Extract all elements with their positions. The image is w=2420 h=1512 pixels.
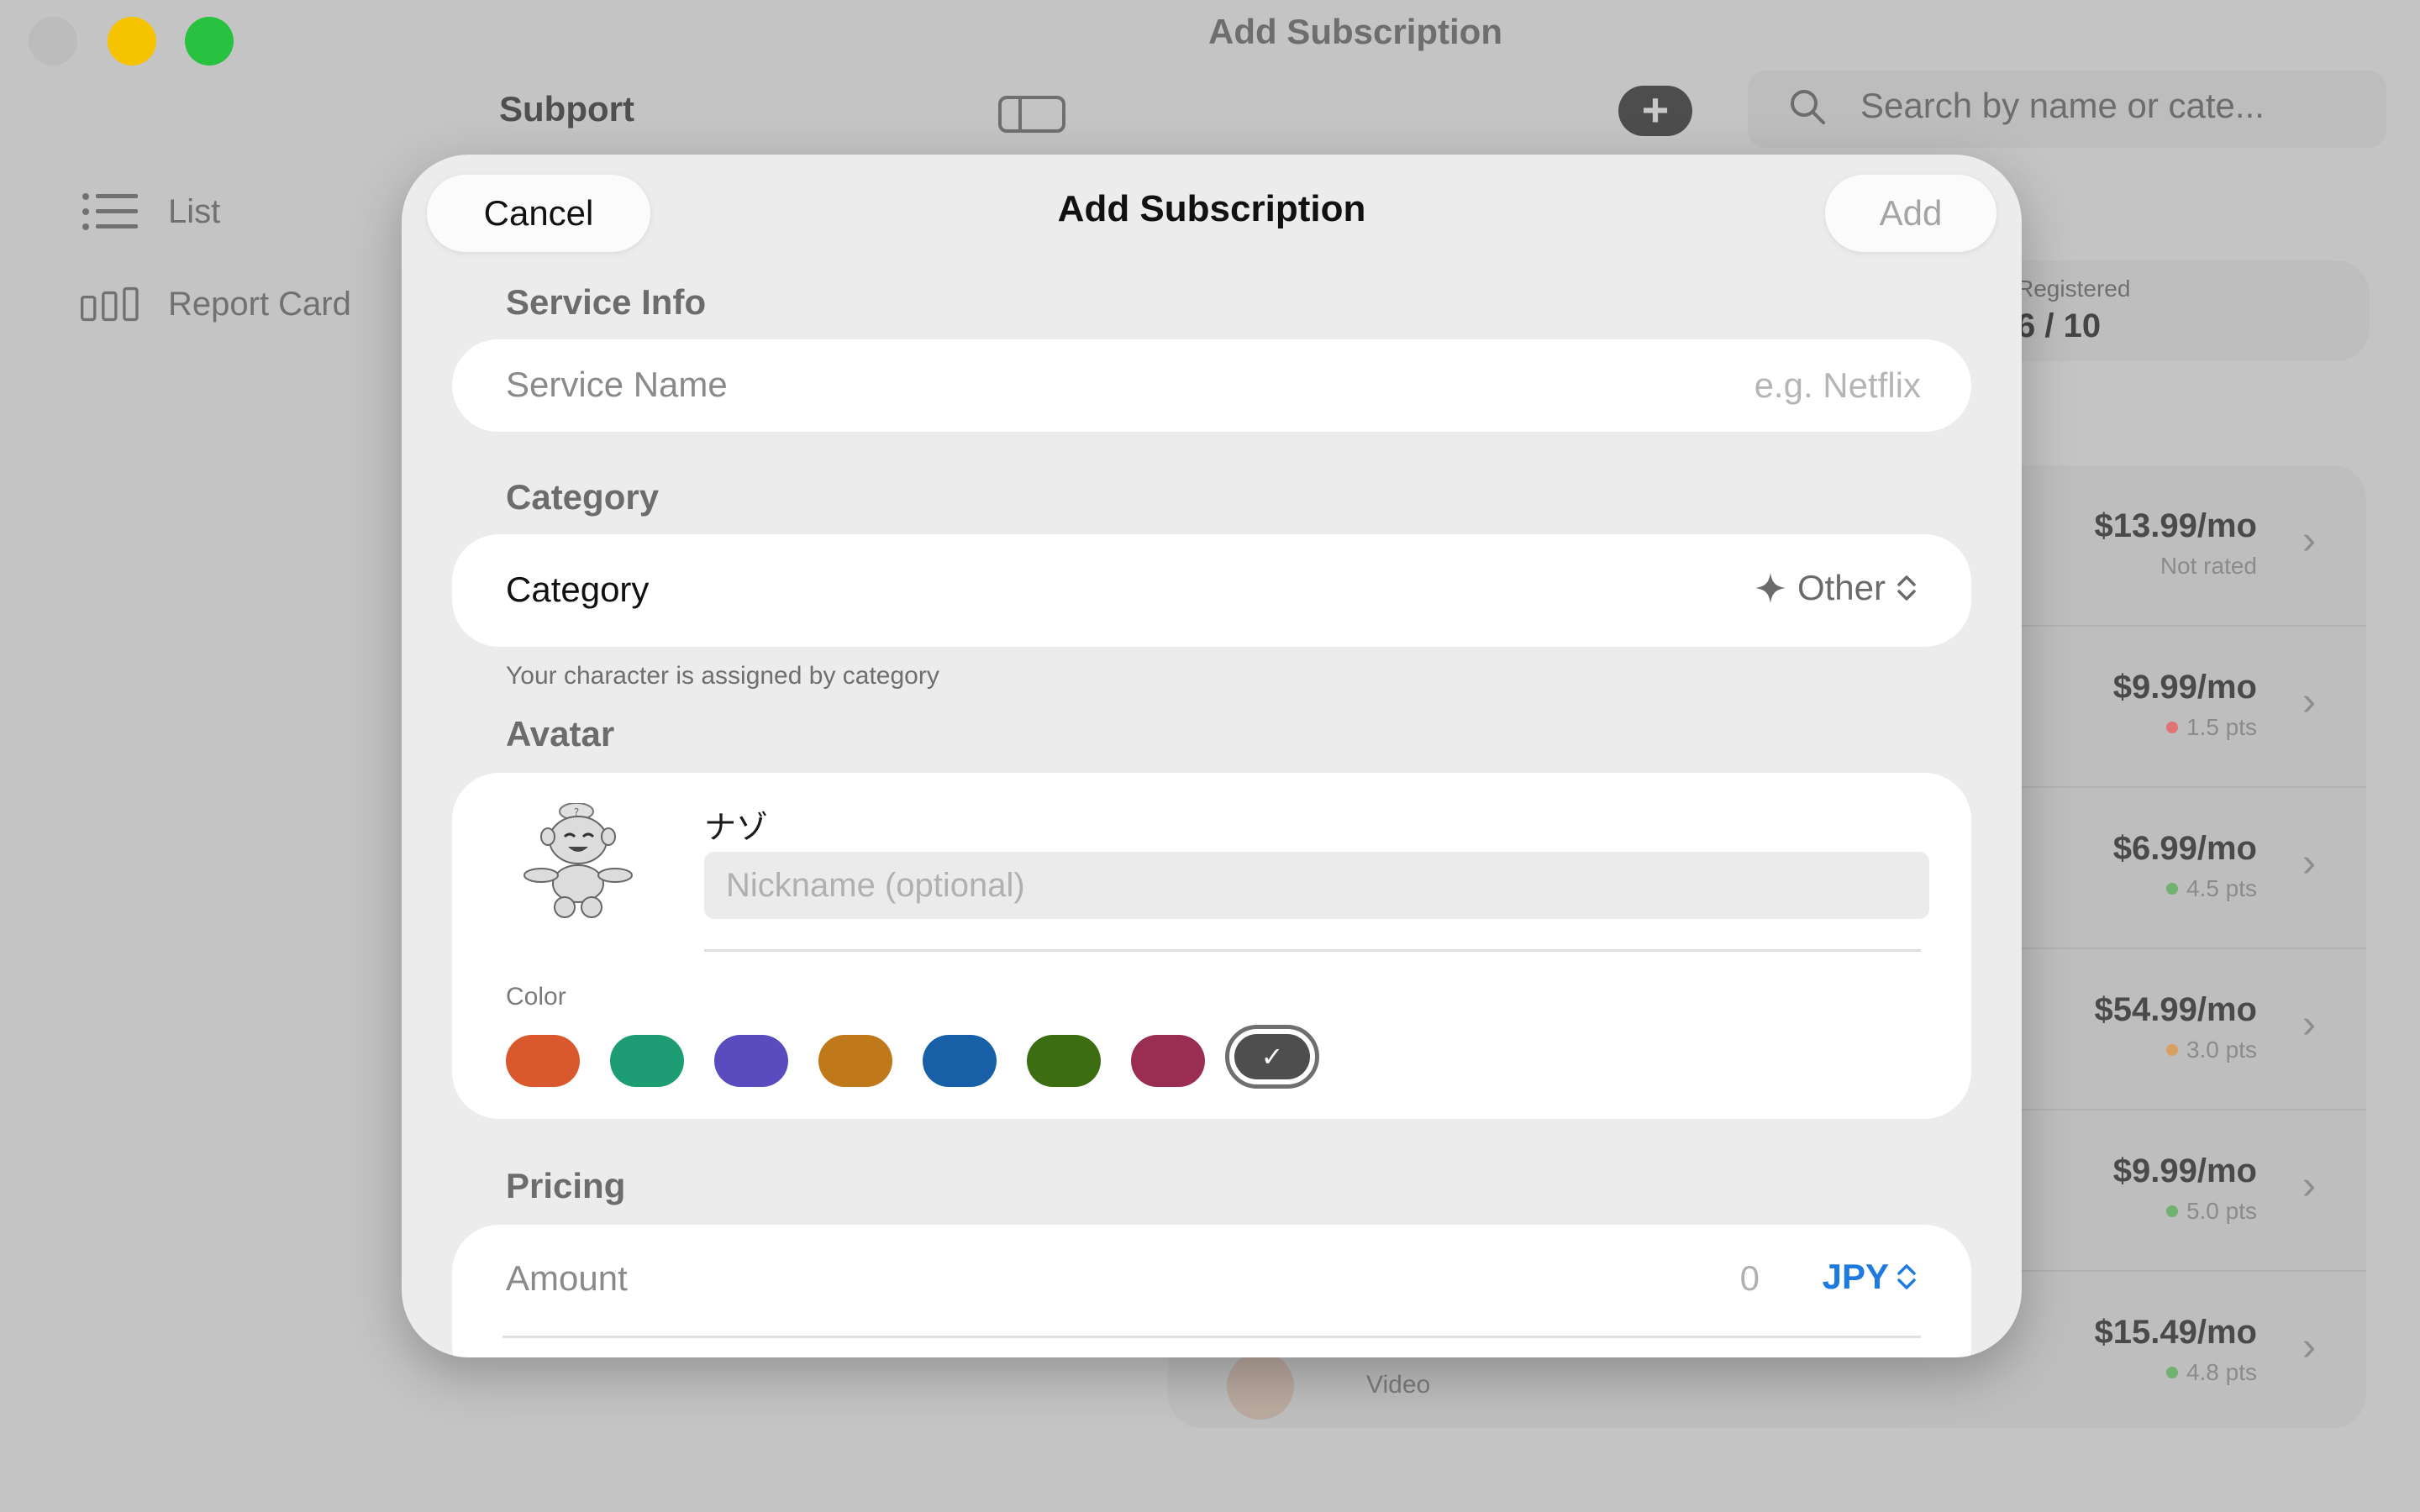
sidebar-item-label: Report Card (168, 285, 351, 323)
checkmark-icon: ✓ (1234, 1034, 1310, 1079)
subscription-category: Video (1366, 1371, 1431, 1399)
subscription-price: $54.99/mo (2094, 991, 2257, 1028)
character-avatar-image: ? (523, 803, 633, 918)
subscription-rating: 4.5 pts (2165, 875, 2257, 902)
avatar (1227, 1352, 1294, 1420)
app-name: Subport (499, 89, 634, 129)
rating-dot (2165, 722, 2178, 733)
amount-label: Amount (506, 1258, 628, 1298)
character-name: ナゾ (704, 809, 769, 846)
add-subscription-button[interactable]: + (1618, 86, 1692, 136)
chevron-updown-icon (1897, 1264, 1916, 1289)
currency-value: JPY (1822, 1257, 1889, 1296)
subscription-price: $6.99/mo (2112, 830, 2257, 867)
color-swatch[interactable] (1131, 1035, 1205, 1087)
category-picker[interactable]: Other (1754, 568, 1918, 608)
search-placeholder: Search by name or cate... (1860, 86, 2265, 125)
color-swatch[interactable] (1027, 1035, 1101, 1087)
subscription-price: $9.99/mo (2112, 1152, 2257, 1189)
chart-bars-icon (81, 286, 139, 322)
sparkle-icon (1754, 573, 1786, 603)
category-footnote: Your character is assigned by category (506, 662, 939, 690)
stat-value: 6 / 10 (2017, 307, 2102, 344)
category-label: Category (506, 570, 650, 609)
rating-text: Not rated (2160, 553, 2257, 579)
subscription-rating: Not rated (2160, 553, 2257, 580)
nickname-input[interactable] (704, 852, 1929, 919)
chevron-right-icon: › (2302, 1002, 2316, 1047)
color-swatch[interactable] (818, 1035, 892, 1087)
section-title-avatar: Avatar (506, 714, 615, 753)
divider (704, 949, 1921, 952)
sidebar-item-report-card[interactable]: Report Card (81, 284, 351, 324)
sidebar-toggle-icon[interactable] (998, 96, 1065, 133)
service-name-label: Service Name (506, 365, 728, 404)
sheet-title: Add Subscription (1057, 188, 1366, 229)
divider (502, 1336, 1921, 1338)
category-card: Category Other (452, 534, 1971, 647)
subscription-price: $9.99/mo (2112, 669, 2257, 706)
service-name-card: Service Name (452, 339, 1971, 432)
chevron-right-icon: › (2302, 518, 2316, 563)
search-icon (1791, 90, 1825, 124)
color-label: Color (506, 983, 566, 1011)
add-subscription-sheet: Cancel Add Subscription Add Service Info… (402, 155, 2022, 1357)
chevron-right-icon: › (2302, 680, 2316, 724)
rating-text: 1.5 pts (2186, 714, 2257, 740)
chevron-right-icon: › (2302, 841, 2316, 885)
color-swatch[interactable] (610, 1035, 684, 1087)
service-name-input[interactable] (913, 356, 1921, 415)
category-selected: Other (1797, 568, 1886, 607)
subscription-rating: 3.0 pts (2165, 1037, 2257, 1063)
sidebar-item-label: List (168, 192, 221, 230)
section-title-pricing: Pricing (506, 1166, 626, 1205)
currency-picker[interactable]: JPY (1823, 1257, 1918, 1297)
section-title-category: Category (506, 477, 660, 517)
rating-text: 5.0 pts (2186, 1198, 2257, 1224)
rating-dot (2165, 1205, 2178, 1217)
section-title-service-info: Service Info (506, 282, 707, 322)
list-icon (82, 193, 138, 230)
rating-dot (2165, 1044, 2178, 1056)
subscription-rating: 4.8 pts (2165, 1359, 2257, 1386)
color-swatch[interactable] (506, 1035, 580, 1087)
avatar-card: ? ナゾ Color ✓ (452, 773, 1971, 1119)
color-swatch[interactable] (714, 1035, 788, 1087)
subscription-rating: 5.0 pts (2165, 1198, 2257, 1225)
stat-label: Registered (2017, 276, 2131, 302)
chevron-updown-icon (1897, 575, 1916, 601)
pricing-card: Amount 0 JPY (452, 1225, 1971, 1357)
rating-text: 4.8 pts (2186, 1359, 2257, 1385)
search-field[interactable]: Search by name or cate... (1748, 71, 2386, 148)
add-button[interactable]: Add (1825, 175, 1996, 252)
color-swatch[interactable] (923, 1035, 997, 1087)
sidebar-item-list[interactable]: List (81, 192, 220, 232)
amount-input[interactable]: 0 (1740, 1258, 1760, 1299)
rating-text: 3.0 pts (2186, 1037, 2257, 1063)
chevron-right-icon: › (2302, 1163, 2316, 1208)
subscription-price: $13.99/mo (2094, 507, 2257, 544)
chevron-right-icon: › (2302, 1325, 2316, 1369)
rating-dot (2165, 1367, 2178, 1378)
subscription-rating: 1.5 pts (2165, 714, 2257, 741)
rating-dot (2165, 883, 2178, 895)
window-title: Add Subscription (1208, 12, 1502, 51)
subscription-price: $15.49/mo (2094, 1314, 2257, 1351)
rating-text: 4.5 pts (2186, 875, 2257, 901)
color-swatch-selected[interactable]: ✓ (1225, 1025, 1319, 1089)
